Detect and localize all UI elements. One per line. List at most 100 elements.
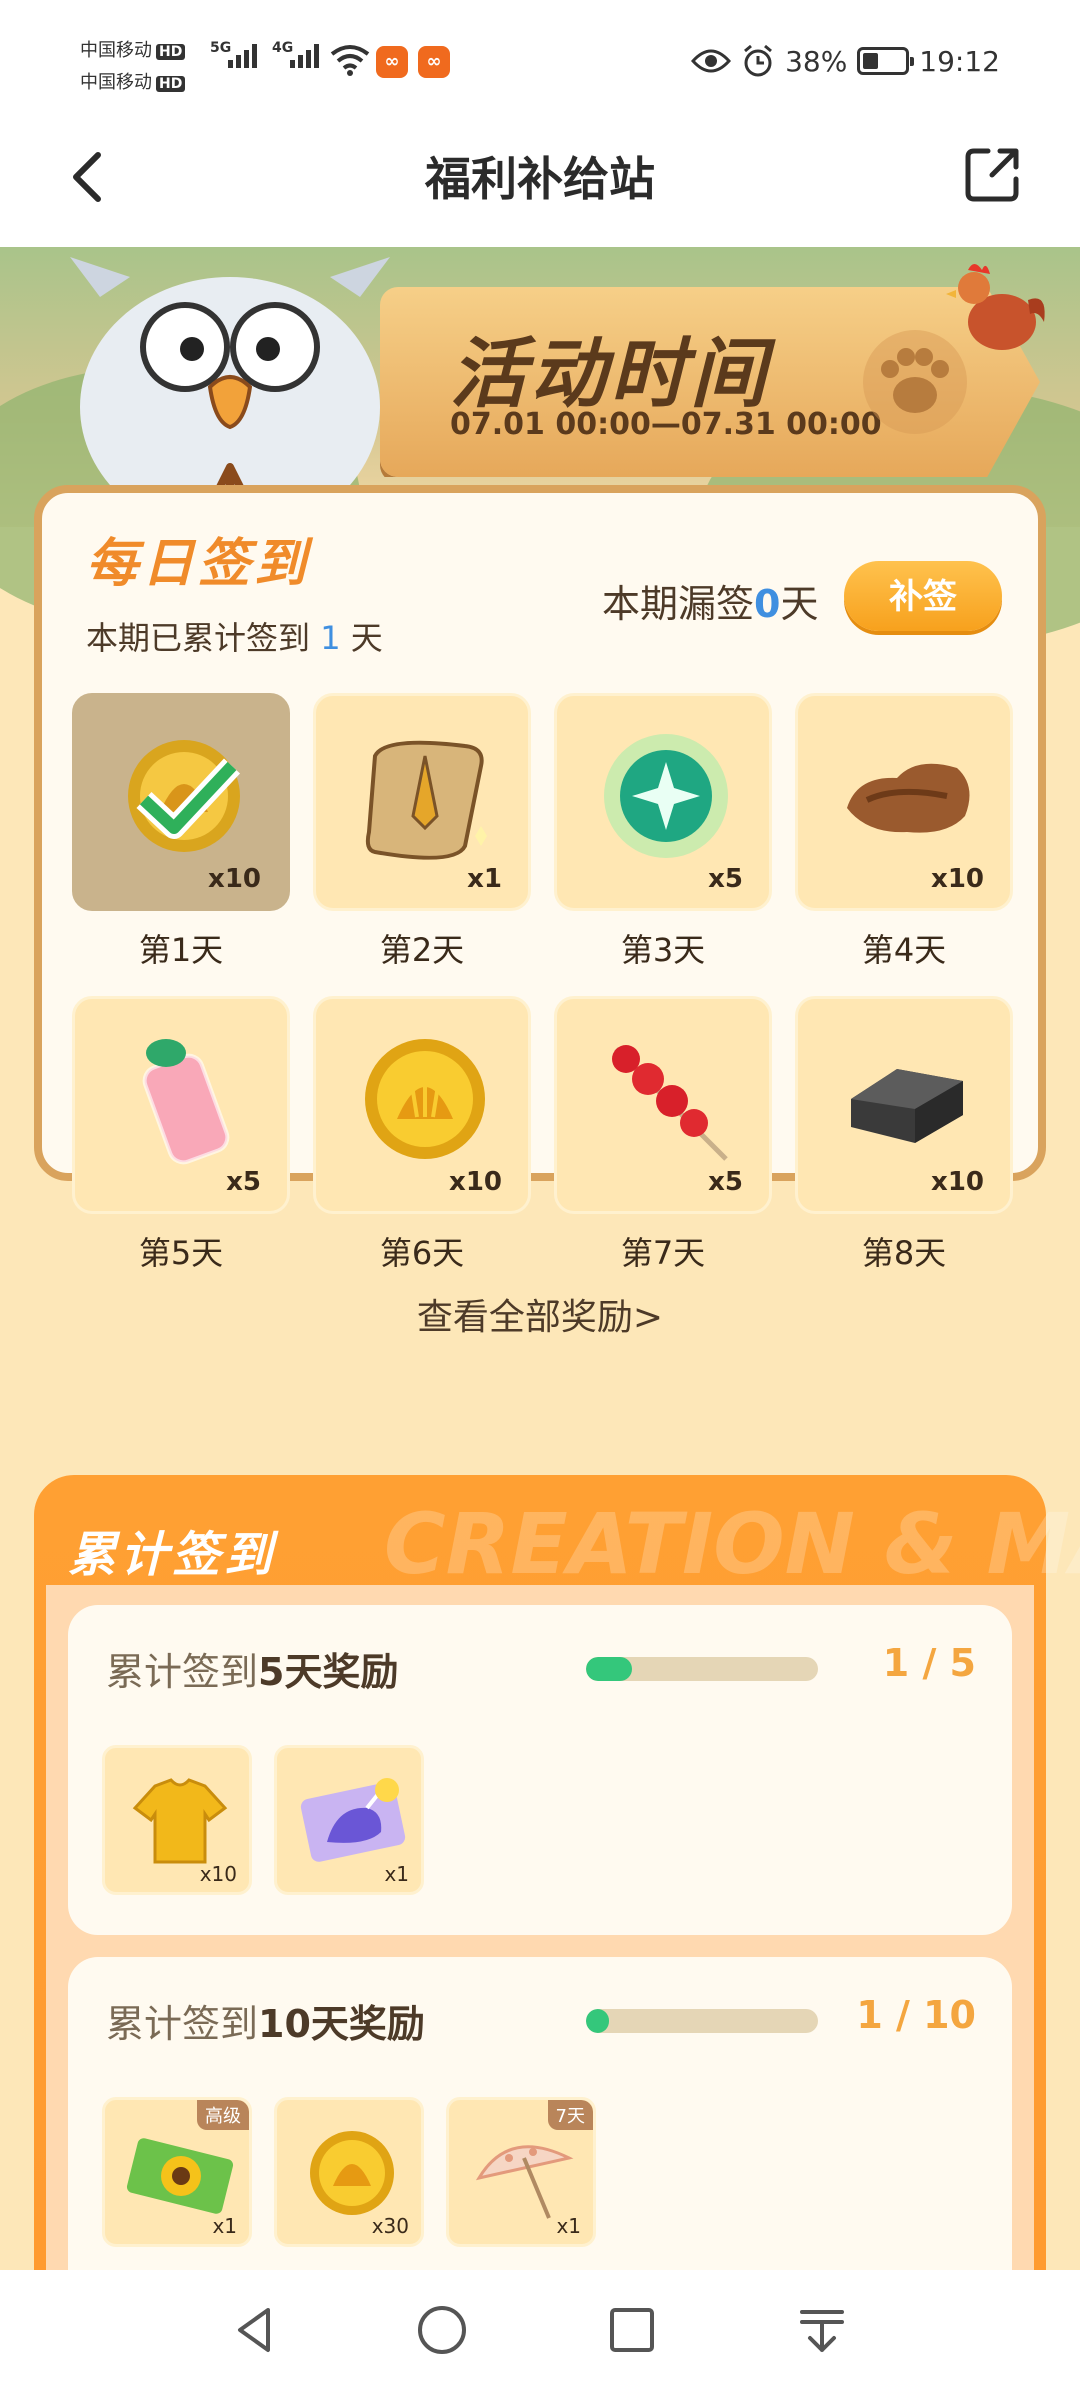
milestone-count: 1 / 5: [882, 1641, 976, 1685]
shirt-icon: [132, 1778, 228, 1864]
reward-quantity: x1: [384, 1862, 409, 1886]
reward-tile[interactable]: x10: [313, 996, 531, 1214]
system-back-icon[interactable]: [228, 2302, 284, 2358]
wifi-icon: [330, 45, 370, 76]
signal-bars-icon: [228, 44, 257, 68]
system-notification-pulldown-icon[interactable]: [794, 2302, 850, 2358]
day-reward-cell[interactable]: x5 第5天: [72, 996, 290, 1274]
sunflower-ticket-icon: [126, 2138, 234, 2214]
milestone-reward[interactable]: x30: [274, 2097, 424, 2247]
daily-checkin-card: 每日签到 本期已累计签到 1 天 本期漏签0天 补签 x10 第1天 x1 第2…: [34, 485, 1046, 1338]
nav-bar: 福利补给站: [0, 125, 1080, 247]
clock: 19:12: [919, 44, 1000, 78]
leather-icon: [847, 763, 970, 833]
system-recents-icon[interactable]: [604, 2302, 660, 2358]
carrier-name: 中国移动: [80, 40, 152, 61]
event-time-title: 活动时间: [450, 329, 770, 418]
accum-prefix: 本期已累计签到: [86, 619, 311, 657]
reward-quantity: x10: [931, 1167, 984, 1197]
signal-bars-icon: [290, 44, 319, 68]
makeup-sign-button[interactable]: 补签: [844, 561, 1002, 631]
day-label: 第8天: [861, 1234, 947, 1272]
accum-days-count: 1: [320, 619, 341, 657]
day-reward-cell[interactable]: x10 第4天: [795, 693, 1013, 971]
card-watermark: CREATION & MAGIC: [384, 1495, 1080, 1593]
milestone-reward[interactable]: x1: [274, 1745, 424, 1895]
reward-tile[interactable]: x10: [795, 996, 1013, 1214]
reward-quantity: x10: [208, 864, 261, 894]
milestone-count: 1 / 10: [856, 1993, 976, 2037]
reward-quantity: x5: [708, 1167, 743, 1197]
scroll-icon: [365, 740, 487, 860]
green-orb-icon: [604, 734, 728, 858]
missed-days-count: 0: [754, 582, 781, 626]
hd-badge: HD: [156, 76, 186, 92]
hd-badge: HD: [156, 44, 186, 60]
milestone-days: 5: [258, 1650, 285, 1694]
day-reward-cell[interactable]: x10 第8天: [795, 996, 1013, 1274]
content-area[interactable]: 活动时间 07.01 00:00—07.31 00:00 每日签到 本期已累计签…: [0, 247, 1080, 2270]
carrier-name: 中国移动: [80, 72, 152, 93]
battery-level: [863, 53, 879, 69]
milestone-progress-bar: [586, 2009, 818, 2033]
reward-quantity: x5: [226, 1167, 261, 1197]
milestone-title-prefix: 累计签到: [106, 1650, 259, 1694]
milk-bottle-icon: [142, 1039, 230, 1165]
eye-icon: [691, 49, 732, 73]
shell-coin-icon: [310, 2131, 394, 2215]
shell-coin-icon: [128, 740, 241, 852]
reward-tile[interactable]: x10: [72, 693, 290, 911]
reward-quantity: x10: [449, 1167, 502, 1197]
missed-prefix: 本期漏签: [602, 582, 755, 626]
share-icon[interactable]: [960, 143, 1024, 207]
day-reward-cell[interactable]: x5 第7天: [554, 996, 772, 1274]
reward-tile[interactable]: x5: [72, 996, 290, 1214]
milestone-card: 累计签到10天奖励 1 / 10 高级 x1 x30 7天 x1: [68, 1957, 1012, 2270]
day-reward-cell[interactable]: x10 第1天: [72, 693, 290, 971]
rooster-icon: [946, 264, 1045, 350]
carrier-label-2: 中国移动 HD: [80, 68, 186, 94]
milestone-reward[interactable]: 7天 x1: [446, 2097, 596, 2247]
app-notification-icon: ∞: [418, 46, 450, 78]
reward-tag: 7天: [547, 2100, 593, 2130]
progress-fill: [586, 2009, 610, 2033]
app-notification-icon: ∞: [376, 46, 408, 78]
alarm-icon: [744, 44, 773, 77]
day-reward-cell[interactable]: x10 第6天: [313, 996, 531, 1274]
event-date-range: 07.01 00:00—07.31 00:00: [450, 407, 882, 442]
day-label: 第4天: [861, 931, 947, 969]
accumulated-days-text: 本期已累计签到 1 天: [86, 613, 383, 659]
missed-days-text: 本期漏签0天: [602, 573, 818, 628]
cumulative-checkin-title: 累计签到: [68, 1527, 277, 1583]
parasol-icon: [475, 2145, 574, 2219]
reward-tile[interactable]: x1: [313, 693, 531, 911]
unicorn-card-icon: [300, 1778, 406, 1862]
milestone-title-suffix: 天奖励: [284, 1650, 399, 1694]
progress-fill: [586, 1657, 633, 1681]
candied-haws-icon: [612, 1045, 728, 1161]
shell-coin-icon: [365, 1039, 485, 1159]
day-label: 第3天: [620, 931, 706, 969]
accum-suffix: 天: [350, 619, 383, 657]
reward-tile[interactable]: x5: [554, 693, 772, 911]
day-reward-cell[interactable]: x1 第2天: [313, 693, 531, 971]
reward-quantity: x1: [556, 2214, 581, 2238]
system-navigation-bar: [0, 2270, 1080, 2388]
system-home-icon[interactable]: [414, 2302, 470, 2358]
reward-quantity: x1: [467, 864, 502, 894]
milestone-reward[interactable]: 高级 x1: [102, 2097, 252, 2247]
day-label: 第1天: [138, 931, 224, 969]
day-reward-cell[interactable]: x5 第3天: [554, 693, 772, 971]
milestone-reward[interactable]: x10: [102, 1745, 252, 1895]
reward-quantity: x5: [708, 864, 743, 894]
milestone-title: 累计签到10天奖励: [106, 1993, 425, 2048]
reward-tile[interactable]: x5: [554, 996, 772, 1214]
milestone-title-prefix: 累计签到: [106, 2002, 259, 2046]
reward-tag: 高级: [197, 2100, 249, 2130]
status-bar: 中国移动 HD 中国移动 HD 5G 4G ∞ ∞ 38% 19:12: [0, 0, 1080, 125]
milestone-days: 10: [258, 2002, 311, 2046]
iron-ingot-icon: [851, 1069, 963, 1143]
battery-icon: [857, 47, 915, 75]
view-all-rewards-link[interactable]: 查看全部奖励>: [42, 1288, 1038, 1340]
reward-tile[interactable]: x10: [795, 693, 1013, 911]
